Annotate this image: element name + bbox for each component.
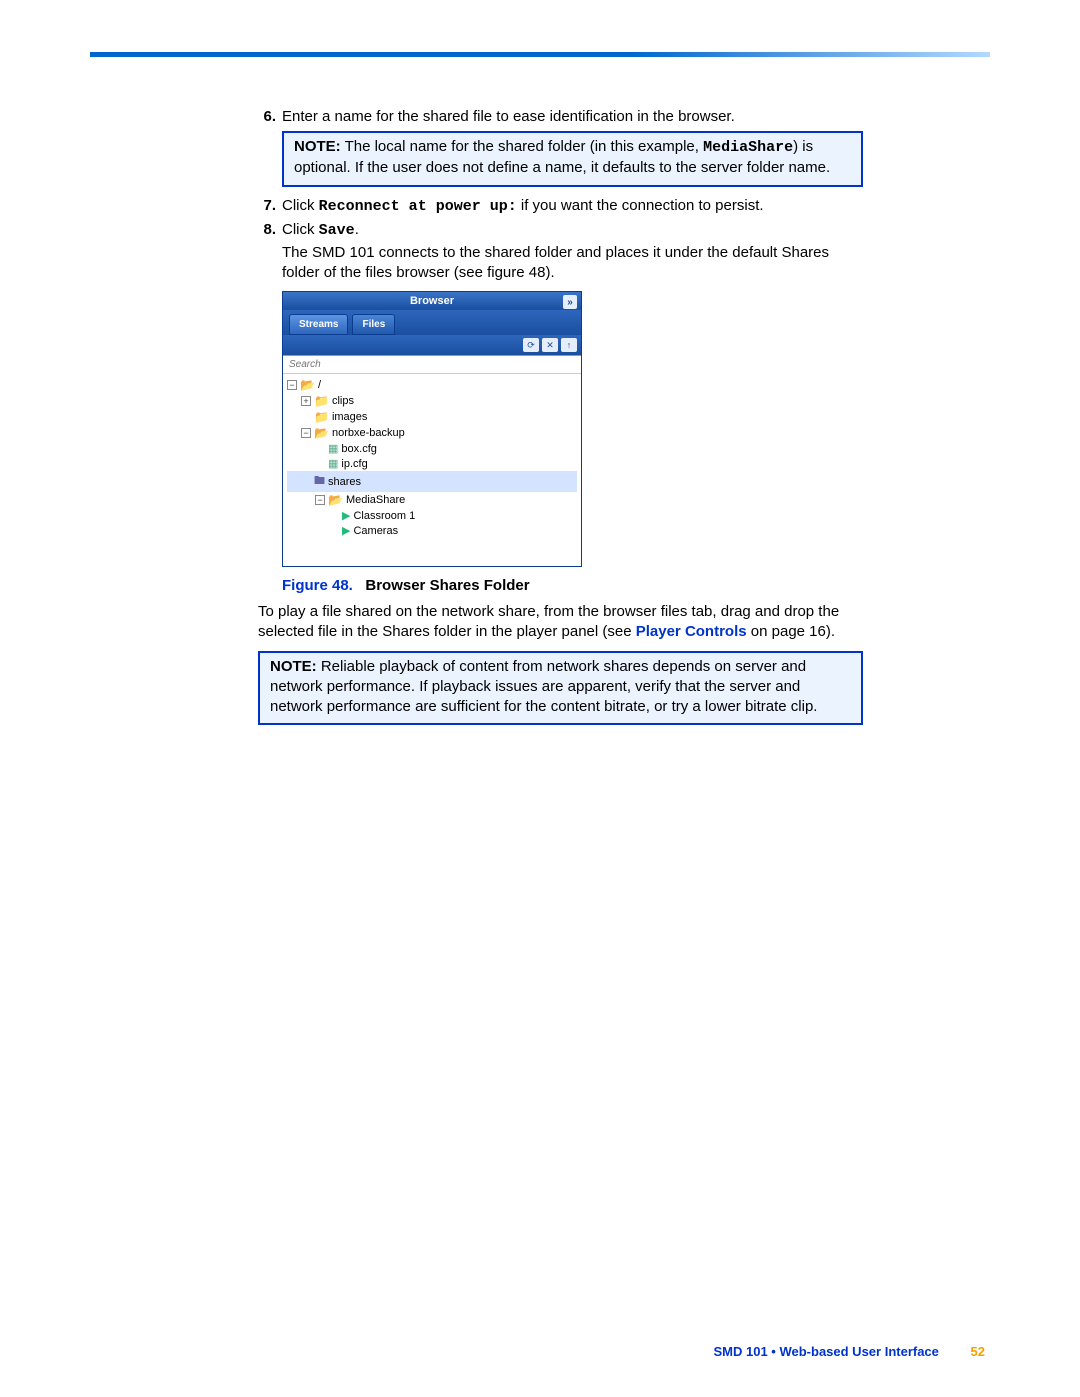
media-file-icon: ▶ <box>342 524 350 537</box>
tab-streams[interactable]: Streams <box>289 314 348 335</box>
tree-root[interactable]: − 📂 / <box>287 377 577 393</box>
tree-clips[interactable]: + 📁 clips <box>287 393 577 409</box>
step-number: 8. <box>258 221 282 284</box>
player-controls-link[interactable]: Player Controls <box>636 623 747 640</box>
figure-48: Browser » Streams Files ⟳ ✕ ↑ − 📂 / <box>282 291 863 567</box>
reconnect-mono: Reconnect at power up: <box>319 198 517 215</box>
refresh-icon[interactable]: ⟳ <box>523 338 539 352</box>
browser-title-text: Browser <box>410 295 454 307</box>
tree-images[interactable]: 📁 images <box>287 409 577 425</box>
page-footer: SMD 101 • Web-based User Interface 52 <box>714 1344 986 1359</box>
tree-mediashare[interactable]: − 📂 MediaShare <box>287 492 577 508</box>
note-text-pre: The local name for the shared folder (in… <box>345 138 704 155</box>
upload-icon[interactable]: ↑ <box>561 338 577 352</box>
browser-titlebar: Browser » <box>283 292 581 310</box>
step-number: 7. <box>258 197 282 215</box>
expand-icon[interactable]: » <box>563 295 577 309</box>
step-7: 7. Click Reconnect at power up: if you w… <box>258 197 863 215</box>
tree-classroom[interactable]: ▶ Classroom 1 <box>287 508 577 523</box>
tab-files[interactable]: Files <box>352 314 395 335</box>
step-number: 6. <box>258 108 282 125</box>
figure-caption: Figure 48. Browser Shares Folder <box>282 577 863 594</box>
config-file-icon: ▦ <box>328 442 338 455</box>
collapse-icon[interactable]: − <box>315 495 325 505</box>
save-mono: Save <box>319 222 355 239</box>
note-mono: MediaShare <box>703 139 793 156</box>
share-folder-icon: 🖿 <box>314 472 325 491</box>
figure-label: Figure 48. <box>282 577 353 594</box>
step-8-followup: The SMD 101 connects to the shared folde… <box>282 243 863 284</box>
folder-icon: 📁 <box>314 394 329 408</box>
step-text: Click Save. The SMD 101 connects to the … <box>282 221 863 284</box>
browser-panel: Browser » Streams Files ⟳ ✕ ↑ − 📂 / <box>282 291 582 567</box>
collapse-icon[interactable]: − <box>287 380 297 390</box>
note-box-2: NOTE: Reliable playback of content from … <box>258 651 863 726</box>
note-box-1: NOTE: The local name for the shared fold… <box>282 131 863 187</box>
folder-icon: 📁 <box>314 410 329 424</box>
note-label: NOTE: <box>294 138 341 155</box>
tree-shares[interactable]: 🖿 shares <box>287 471 577 492</box>
figure-title: Browser Shares Folder <box>365 577 529 594</box>
header-rule <box>90 52 990 57</box>
collapse-icon[interactable]: − <box>301 428 311 438</box>
step-text: Click Reconnect at power up: if you want… <box>282 197 863 215</box>
step-text: Enter a name for the shared file to ease… <box>282 108 863 125</box>
tree-boxcfg[interactable]: ▦ box.cfg <box>287 441 577 456</box>
search-input[interactable] <box>283 356 581 373</box>
page-content: 6. Enter a name for the shared file to e… <box>258 108 863 735</box>
tree-ipcfg[interactable]: ▦ ip.cfg <box>287 456 577 471</box>
folder-open-icon: 📂 <box>300 378 315 392</box>
browser-tabs: Streams Files <box>283 310 581 335</box>
file-tree: − 📂 / + 📁 clips 📁 images − 📂 no <box>283 374 581 566</box>
expand-icon[interactable]: + <box>301 396 311 406</box>
step-8: 8. Click Save. The SMD 101 connects to t… <box>258 221 863 284</box>
tree-cameras[interactable]: ▶ Cameras <box>287 523 577 538</box>
media-file-icon: ▶ <box>342 509 350 522</box>
step-6: 6. Enter a name for the shared file to e… <box>258 108 863 125</box>
note-text: Reliable playback of content from networ… <box>270 658 817 716</box>
folder-open-icon: 📂 <box>328 493 343 507</box>
delete-icon[interactable]: ✕ <box>542 338 558 352</box>
config-file-icon: ▦ <box>328 457 338 470</box>
footer-text: SMD 101 • Web-based User Interface <box>714 1344 939 1359</box>
folder-open-icon: 📂 <box>314 426 329 440</box>
search-row <box>283 355 581 374</box>
play-paragraph: To play a file shared on the network sha… <box>258 602 863 643</box>
note-label: NOTE: <box>270 658 317 675</box>
browser-toolbar: ⟳ ✕ ↑ <box>283 335 581 355</box>
tree-norbxe[interactable]: − 📂 norbxe-backup <box>287 425 577 441</box>
footer-page-number: 52 <box>971 1344 985 1359</box>
